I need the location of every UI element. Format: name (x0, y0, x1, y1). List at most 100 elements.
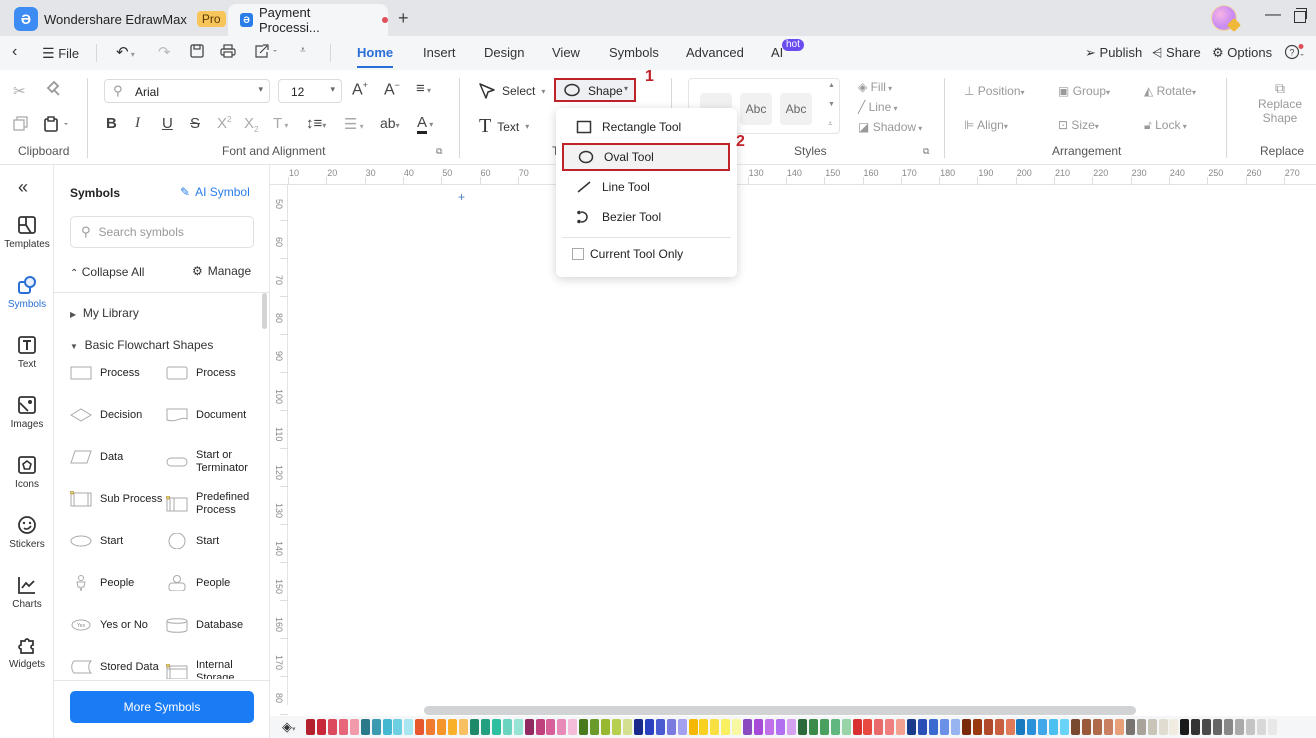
color-swatch[interactable] (666, 719, 676, 735)
style-swatch[interactable]: Abc (780, 93, 812, 125)
color-swatch[interactable] (579, 719, 589, 735)
color-swatch[interactable] (950, 719, 960, 735)
color-swatch[interactable] (1191, 719, 1201, 735)
color-swatch[interactable] (327, 719, 337, 735)
color-swatch[interactable] (1125, 719, 1135, 735)
collapse-panel-icon[interactable]: « (18, 177, 28, 198)
publish-button[interactable]: ➢ Publish (1085, 45, 1142, 61)
manage-button[interactable]: ⚙ Manage (192, 264, 251, 278)
color-swatch[interactable] (918, 719, 928, 735)
fill-button[interactable]: ◈ Fill ▾ (858, 80, 892, 94)
text-tool-button[interactable]: T Text ▾ (479, 115, 529, 138)
color-swatch[interactable] (316, 719, 326, 735)
color-swatch[interactable] (622, 719, 632, 735)
back-icon[interactable]: ‹ (12, 43, 17, 61)
color-swatch[interactable] (644, 719, 654, 735)
color-swatch[interactable] (437, 719, 447, 735)
color-swatch[interactable] (546, 719, 556, 735)
cut-icon[interactable]: ✂ (13, 82, 26, 100)
position-button[interactable]: ⊥ Position▾ (964, 84, 1025, 98)
decrease-font-icon[interactable]: A− (384, 80, 400, 99)
rail-item-symbols[interactable]: Symbols (0, 269, 54, 310)
text-effect-icon[interactable]: T ▾ (273, 115, 288, 132)
format-painter-icon[interactable] (45, 80, 63, 98)
color-swatch[interactable] (633, 719, 643, 735)
help-button[interactable]: ? (1284, 44, 1308, 60)
color-swatch[interactable] (863, 719, 873, 735)
size-button[interactable]: ⊡ Size▾ (1058, 118, 1099, 132)
text-background-icon[interactable]: ab▾ (380, 115, 400, 131)
color-swatch[interactable] (732, 719, 742, 735)
basic-flowchart-group[interactable]: ▼ Basic Flowchart Shapes (70, 338, 213, 352)
color-swatch[interactable] (1147, 719, 1157, 735)
bold-icon[interactable]: B (106, 115, 117, 132)
color-swatch[interactable] (1016, 719, 1026, 735)
color-swatch[interactable] (830, 719, 840, 735)
color-swatch[interactable] (557, 719, 567, 735)
options-button[interactable]: ⚙ Options (1212, 45, 1272, 61)
color-swatch[interactable] (1103, 719, 1113, 735)
group-button[interactable]: ▣ Group▾ (1058, 84, 1110, 98)
tab-ai[interactable]: AI (771, 45, 783, 60)
color-swatch[interactable] (448, 719, 458, 735)
more-symbols-button[interactable]: More Symbols (70, 691, 254, 723)
color-swatch[interactable] (775, 719, 785, 735)
color-swatch[interactable] (743, 719, 753, 735)
color-swatch[interactable] (568, 719, 578, 735)
color-swatch[interactable] (688, 719, 698, 735)
gallery-up-icon[interactable]: ▲ (828, 82, 835, 89)
style-swatch[interactable]: Abc (740, 93, 772, 125)
symbol-item[interactable]: People (70, 575, 134, 591)
color-swatch[interactable] (1092, 719, 1102, 735)
minimize-button[interactable]: — (1265, 6, 1281, 24)
rectangle-tool-item[interactable]: Rectangle Tool (562, 113, 730, 141)
color-swatch[interactable] (874, 719, 884, 735)
color-swatch[interactable] (1224, 719, 1234, 735)
color-swatch[interactable] (1005, 719, 1015, 735)
color-swatch[interactable] (721, 719, 731, 735)
share-button[interactable]: ⩤ Share (1152, 45, 1201, 61)
font-family-select[interactable]: ⚲ Arial ▾ (104, 79, 270, 103)
rail-item-widgets[interactable]: Widgets (0, 635, 54, 670)
current-tool-only-option[interactable]: Current Tool Only (562, 240, 730, 268)
color-swatch[interactable] (1049, 719, 1059, 735)
color-swatch[interactable] (961, 719, 971, 735)
oval-tool-item[interactable]: Oval Tool (562, 143, 730, 171)
symbol-item[interactable]: Sub Process (70, 491, 162, 507)
color-swatch[interactable] (612, 719, 622, 735)
color-swatch[interactable] (393, 719, 403, 735)
select-tool-button[interactable]: Select ▾ (478, 82, 545, 100)
rotate-button[interactable]: ◭ Rotate▾ (1144, 84, 1196, 98)
current-tool-only-checkbox[interactable] (572, 248, 584, 260)
symbol-item[interactable]: Start or Terminator (166, 449, 262, 475)
color-swatch[interactable] (1235, 719, 1245, 735)
horizontal-scrollbar[interactable] (424, 706, 1136, 715)
shadow-button[interactable]: ◪ Shadow ▾ (858, 120, 922, 134)
collapse-all-button[interactable]: ⌃ Collapse All (70, 265, 144, 279)
line-spacing-icon[interactable]: ↕≡▾ (306, 115, 326, 132)
symbol-item[interactable]: Data (70, 449, 123, 465)
color-swatch[interactable] (1213, 719, 1223, 735)
color-swatch[interactable] (852, 719, 862, 735)
color-swatch[interactable] (306, 719, 315, 735)
color-swatch[interactable] (699, 719, 709, 735)
superscript-icon[interactable]: X2 (217, 115, 231, 132)
replace-shape-button[interactable]: ⧉ Replace Shape (1258, 80, 1302, 125)
color-swatch[interactable] (1136, 719, 1146, 735)
align-button[interactable]: ⊫ Align▾ (964, 118, 1008, 132)
color-swatch[interactable] (677, 719, 687, 735)
color-swatch[interactable] (1245, 719, 1255, 735)
shape-tool-button[interactable]: Shape ▾ (554, 78, 636, 102)
pro-badge[interactable]: Pro (196, 11, 226, 27)
color-swatch[interactable] (480, 719, 490, 735)
color-swatch[interactable] (1060, 719, 1070, 735)
color-swatch[interactable] (1038, 719, 1048, 735)
plus-icon[interactable]: + (398, 8, 409, 29)
increase-font-icon[interactable]: A+ (352, 80, 368, 99)
color-swatch[interactable] (972, 719, 982, 735)
tab-home[interactable]: Home (357, 45, 394, 68)
color-swatch[interactable] (502, 719, 512, 735)
color-swatch[interactable] (939, 719, 949, 735)
color-swatch[interactable] (590, 719, 600, 735)
color-swatch[interactable] (415, 719, 425, 735)
